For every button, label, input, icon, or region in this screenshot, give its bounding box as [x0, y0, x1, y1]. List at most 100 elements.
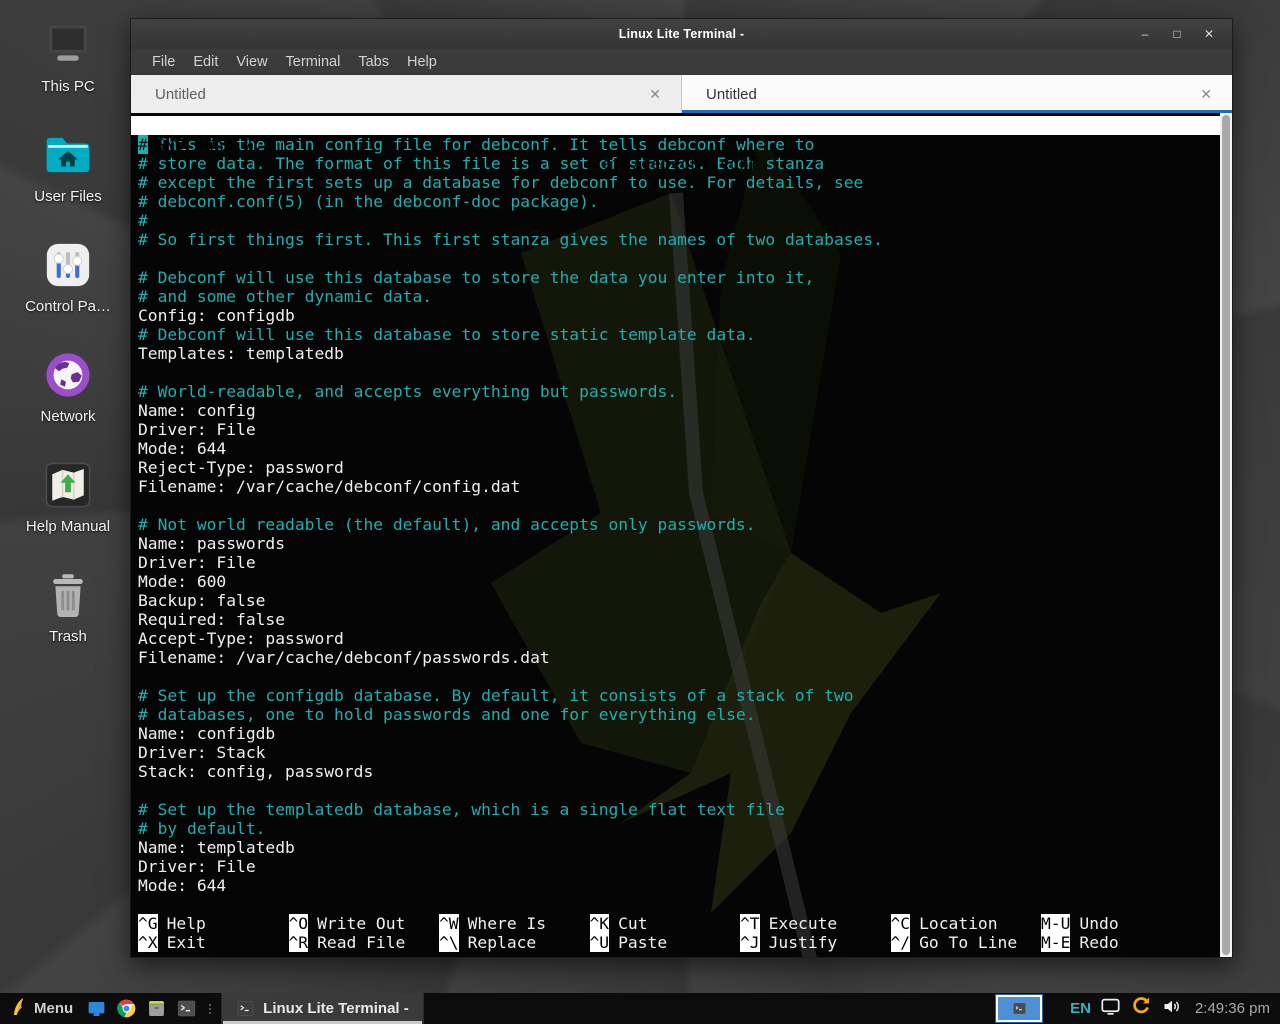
start-menu-button[interactable]: Menu — [0, 993, 81, 1024]
nano-shortcut[interactable]: ^J Justify — [733, 933, 884, 952]
tab-untitled-1[interactable]: Untitled ✕ — [131, 75, 682, 113]
terminal-window: Linux Lite Terminal - – □ ✕ File Edit Vi… — [130, 18, 1233, 958]
menu-label: Menu — [34, 1000, 73, 1017]
archive-manager-launcher[interactable] — [141, 993, 171, 1024]
terminal-viewport: GNU nano 7.2 /etc/debconf.conf # This is… — [131, 113, 1232, 957]
update-notifier-icon[interactable] — [1130, 995, 1152, 1022]
shortcut-label: Location — [919, 914, 997, 933]
editor-line: # Set up the configdb database. By defau… — [131, 686, 1220, 705]
nano-shortcut[interactable]: ^KCut — [583, 914, 734, 933]
desktop-icon-user-files[interactable]: User Files — [7, 126, 129, 236]
terminal-launcher[interactable] — [171, 993, 201, 1024]
desktop-icon-this-pc[interactable]: This PC — [7, 16, 129, 126]
tab-label: Untitled — [155, 86, 206, 103]
nano-shortcut[interactable]: ^UPaste — [583, 933, 734, 952]
shortcut-key: ^R — [289, 933, 309, 952]
taskbar-task-terminal[interactable]: Linux Lite Terminal - — [221, 993, 424, 1024]
clock[interactable]: 2:49:36 pm — [1191, 1000, 1270, 1017]
nano-shortcut[interactable]: ^CLocation — [884, 914, 1035, 933]
shortcut-key: ^W — [439, 914, 459, 933]
nano-editor[interactable]: GNU nano 7.2 /etc/debconf.conf # This is… — [131, 113, 1220, 957]
shortcut-label: Execute — [769, 914, 838, 933]
editor-line: Reject-Type: password — [131, 458, 1220, 477]
editor-line — [131, 496, 1220, 515]
editor-line: Filename: /var/cache/debconf/passwords.d… — [131, 648, 1220, 667]
editor-line: Name: config — [131, 401, 1220, 420]
menu-view[interactable]: View — [227, 54, 276, 70]
desktop-icon-trash[interactable]: Trash — [7, 566, 129, 676]
desktop-icon-network[interactable]: Network — [7, 346, 129, 456]
editor-line: Name: passwords — [131, 534, 1220, 553]
shortcut-label: Where Is — [468, 914, 546, 933]
menu-help[interactable]: Help — [398, 54, 446, 70]
chrome-launcher[interactable] — [111, 993, 141, 1024]
tab-label: Untitled — [706, 86, 757, 103]
taskbar-separator — [201, 1004, 219, 1014]
shortcut-label: Cut — [618, 914, 647, 933]
nano-file-path: /etc/debconf.conf — [131, 154, 1220, 173]
editor-line: Config: configdb — [131, 306, 1220, 325]
shortcut-key: ^J — [740, 933, 760, 952]
nano-shortcut[interactable]: ^XExit — [131, 933, 282, 952]
manual-book-icon — [40, 456, 96, 514]
tab-untitled-2[interactable]: Untitled ✕ — [682, 75, 1232, 113]
editor-line: # databases, one to hold passwords and o… — [131, 705, 1220, 724]
editor-line: Stack: config, passwords — [131, 762, 1220, 781]
editor-line — [131, 667, 1220, 686]
menu-bar: File Edit View Terminal Tabs Help — [131, 49, 1232, 75]
trash-can-icon — [40, 566, 96, 624]
nano-shortcut[interactable]: M-UUndo — [1034, 914, 1185, 933]
nano-shortcut[interactable]: M-ERedo — [1034, 933, 1185, 952]
menu-tabs[interactable]: Tabs — [349, 54, 398, 70]
nano-shortcut[interactable]: ^GHelp — [131, 914, 282, 933]
shortcut-key: ^X — [138, 933, 158, 952]
shortcut-label: Justify — [769, 933, 838, 952]
editor-line: # debconf.conf(5) (in the debconf-doc pa… — [131, 192, 1220, 211]
blue-display-icon — [86, 998, 107, 1019]
window-titlebar[interactable]: Linux Lite Terminal - – □ ✕ — [131, 19, 1232, 49]
system-tray: EN 2:49:36 pm — [1070, 995, 1280, 1022]
tab-close-icon[interactable]: ✕ — [1196, 84, 1216, 105]
terminal-scrollbar[interactable] — [1220, 113, 1232, 957]
editor-line: # and some other dynamic data. — [131, 287, 1220, 306]
nano-shortcut[interactable]: ^RRead File — [282, 933, 433, 952]
desktop-icon-control-panel[interactable]: Control Pa… — [7, 236, 129, 346]
minimize-button[interactable]: – — [1134, 23, 1156, 45]
workspace-pager[interactable] — [996, 995, 1042, 1022]
desktop-icon-column: This PC User Files — [4, 16, 132, 676]
show-desktop-launcher[interactable] — [81, 993, 111, 1024]
nano-shortcut[interactable]: ^/Go To Line — [884, 933, 1035, 952]
menu-terminal[interactable]: Terminal — [277, 54, 350, 70]
volume-icon[interactable] — [1161, 996, 1182, 1022]
window-controls: – □ ✕ — [1134, 23, 1232, 45]
editor-line: Driver: File — [131, 857, 1220, 876]
shortcut-key: M-U — [1041, 914, 1070, 933]
editor-line: # Debconf will use this database to stor… — [131, 325, 1220, 344]
tab-close-icon[interactable]: ✕ — [645, 84, 665, 105]
nano-shortcut-bar: ^GHelp^OWrite Out ^W Where Is ^KCut^TExecut… — [131, 914, 1220, 952]
nano-shortcut[interactable]: ^W Where Is — [432, 914, 583, 933]
terminal-icon — [1012, 1002, 1027, 1015]
desktop-icon-label: Help Manual — [26, 518, 110, 535]
nano-shortcut[interactable]: ^TExecute — [733, 914, 884, 933]
desktop-icon-help-manual[interactable]: Help Manual — [7, 456, 129, 566]
editor-line: Name: configdb — [131, 724, 1220, 743]
nano-shortcut[interactable]: ^\Replace — [432, 933, 583, 952]
terminal-icon — [236, 999, 255, 1018]
scrollbar-thumb[interactable] — [1222, 115, 1230, 955]
shortcut-label: Replace — [468, 933, 537, 952]
shortcut-key: ^/ — [891, 933, 911, 952]
maximize-button[interactable]: □ — [1166, 23, 1188, 45]
menu-file[interactable]: File — [143, 54, 184, 70]
editor-line — [131, 781, 1220, 800]
keyboard-layout-indicator[interactable]: EN — [1070, 1000, 1091, 1017]
nano-shortcut[interactable]: ^OWrite Out — [282, 914, 433, 933]
editor-line: Accept-Type: password — [131, 629, 1220, 648]
linux-lite-feather-icon — [10, 996, 27, 1022]
editor-line: # This is the main config file for debco… — [131, 135, 1220, 154]
editor-line: Required: false — [131, 610, 1220, 629]
menu-edit[interactable]: Edit — [184, 54, 227, 70]
close-button[interactable]: ✕ — [1198, 23, 1220, 45]
desktop-icon-label: Network — [40, 408, 95, 425]
display-settings-icon[interactable] — [1100, 997, 1121, 1021]
